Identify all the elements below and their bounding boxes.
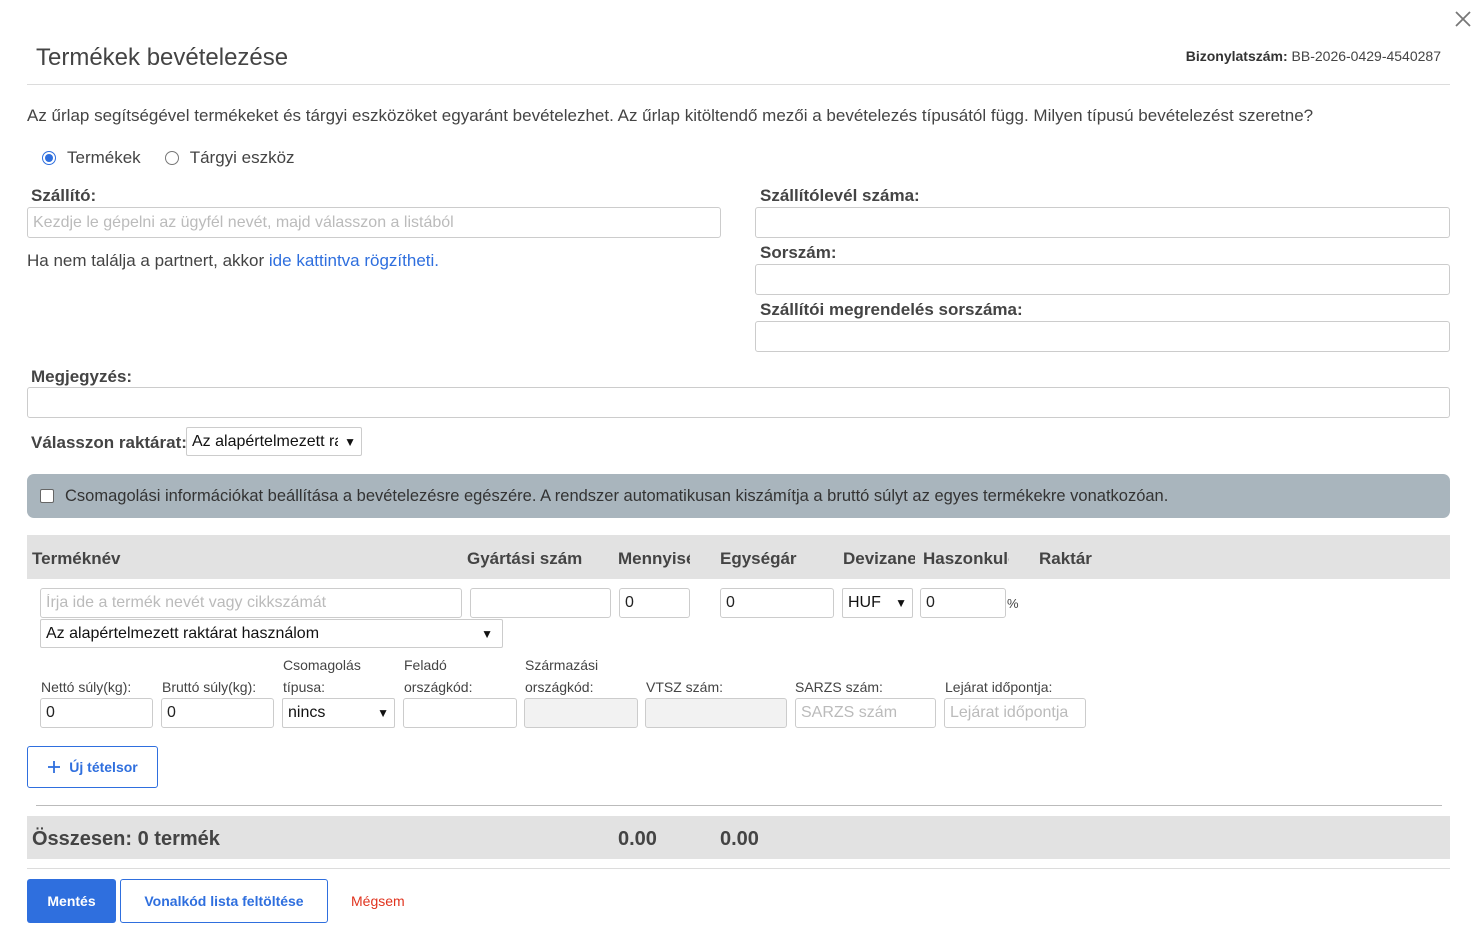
warehouse-label: Válasszon raktárat: <box>31 433 187 452</box>
document-number-value: BB-2026-0429-4540287 <box>1291 48 1441 64</box>
stock-select-value: Az alapértelmezett raktárat használom <box>46 624 320 642</box>
supplier-hint: Ha nem találja a partnert, akkor ide kat… <box>27 251 439 271</box>
origin-country-label-line1: Származási <box>525 657 599 673</box>
origin-country-label: Származási országkód: <box>525 654 598 698</box>
col-stock: Raktár <box>1039 549 1092 568</box>
col-product-name: Terméknév <box>32 549 121 568</box>
pack-type-select[interactable]: nincs ▼ <box>282 698 395 728</box>
page-title: Termékek bevételezése <box>36 44 289 71</box>
chevron-down-icon: ▼ <box>344 434 356 449</box>
margin-input[interactable] <box>920 588 1006 618</box>
origin-country-input <box>524 698 638 728</box>
upload-barcode-list-button[interactable]: Vonalkód lista feltöltése <box>120 879 328 923</box>
sender-country-label-line1: Feladó <box>404 657 447 673</box>
sender-country-label: Feladó országkód: <box>404 654 472 698</box>
totals-bar: Összesen: 0 termék 0.00 0.00 <box>27 816 1450 859</box>
percent-sign: % <box>1007 596 1019 611</box>
net-weight-input[interactable] <box>40 698 153 728</box>
note-input[interactable] <box>27 387 1450 418</box>
radio-products-label[interactable]: Termékek <box>67 148 141 168</box>
document-number-label: Bizonylatszám: <box>1185 48 1288 64</box>
pack-type-select-value: nincs <box>288 704 326 721</box>
gross-weight-label: Bruttó súly(kg): <box>162 679 257 695</box>
sarzs-label: SARZS szám: <box>795 679 883 695</box>
intro-text: Az űrlap segítségével termékeket és tárg… <box>27 106 1314 125</box>
currency-select-value: HUF <box>848 594 881 611</box>
product-name-input[interactable] <box>40 588 462 618</box>
col-quantity: Mennyiség <box>618 549 690 568</box>
chevron-down-icon: ▼ <box>481 626 493 641</box>
packaging-text: Csomagolási információkat beállítása a b… <box>65 486 1169 505</box>
radio-products[interactable] <box>42 151 56 165</box>
sender-country-label-line2: országkód: <box>404 679 473 695</box>
document-number: Bizonylatszám: BB-2026-0429-4540287 <box>1186 48 1441 64</box>
supplier-order-input[interactable] <box>755 321 1450 352</box>
col-currency: Devizanem <box>843 549 915 568</box>
serial-input[interactable] <box>755 264 1450 295</box>
delivery-note-label: Szállítólevél száma: <box>760 186 920 205</box>
warehouse-select-value: Az alapértelmezett raktár <box>192 432 338 450</box>
expiry-input[interactable] <box>944 698 1086 728</box>
supplier-input[interactable] <box>27 207 721 238</box>
serial-label: Sorszám: <box>760 243 837 262</box>
expiry-label: Lejárat időpontja: <box>945 679 1053 695</box>
sarzs-input[interactable] <box>795 698 936 728</box>
unit-price-input[interactable] <box>720 588 834 618</box>
items-table-header: Terméknév Gyártási szám Mennyiség Egység… <box>27 535 1450 579</box>
new-row-button[interactable]: Új tételsor <box>27 746 158 788</box>
net-weight-label: Nettó súly(kg): <box>41 679 132 695</box>
chevron-down-icon: ▼ <box>377 706 389 720</box>
supplier-order-label: Szállítói megrendelés sorszáma: <box>760 300 1023 319</box>
header-divider <box>27 84 1450 85</box>
quantity-input[interactable] <box>619 588 690 618</box>
save-button[interactable]: Mentés <box>27 879 116 923</box>
mfg-number-input[interactable] <box>470 588 611 618</box>
stock-select[interactable]: Az alapértelmezett raktárat használom ▼ <box>40 619 503 648</box>
supplier-label: Szállító: <box>31 186 97 205</box>
supplier-hint-text: Ha nem találja a partnert, akkor <box>27 251 269 270</box>
packaging-info-box: Csomagolási információkat beállítása a b… <box>27 474 1450 518</box>
origin-country-label-line2: országkód: <box>525 679 594 695</box>
plus-icon <box>48 761 61 773</box>
chevron-down-icon: ▼ <box>895 596 907 610</box>
col-margin: Haszonkulcs <box>923 549 1009 568</box>
warehouse-select[interactable]: Az alapértelmezett raktár ▼ <box>186 427 362 456</box>
col-mfg-number: Gyártási szám <box>467 549 583 568</box>
radio-fixed-assets[interactable] <box>164 151 179 165</box>
close-icon[interactable] <box>1452 8 1473 30</box>
radio-fixed-assets-label[interactable]: Tárgyi eszköz <box>190 148 295 168</box>
sender-country-input[interactable] <box>403 698 517 728</box>
cancel-button[interactable]: Mégsem <box>351 893 405 909</box>
vtsz-input <box>645 698 787 728</box>
totals-amount: 0.00 <box>720 828 759 850</box>
new-row-button-label: Új tételsor <box>69 759 138 775</box>
gross-weight-input[interactable] <box>161 698 274 728</box>
receipt-type-group: Termékek Tárgyi eszköz <box>42 148 295 168</box>
pack-type-label-line2: típusa: <box>283 679 326 695</box>
footer-divider <box>27 868 1450 869</box>
add-partner-link[interactable]: ide kattintva rögzítheti. <box>269 251 439 270</box>
table-divider <box>36 805 1442 806</box>
packaging-checkbox[interactable] <box>40 489 54 503</box>
col-unit-price: Egységár <box>720 549 797 568</box>
delivery-note-input[interactable] <box>755 207 1450 238</box>
totals-label: Összesen: 0 termék <box>32 828 220 850</box>
pack-type-label-line1: Csomagolás <box>283 657 361 673</box>
pack-type-label: Csomagolás típusa: <box>283 654 361 698</box>
totals-quantity: 0.00 <box>618 828 657 850</box>
currency-select[interactable]: HUF ▼ <box>842 588 913 618</box>
note-label: Megjegyzés: <box>31 367 133 386</box>
vtsz-label: VTSZ szám: <box>646 679 724 695</box>
